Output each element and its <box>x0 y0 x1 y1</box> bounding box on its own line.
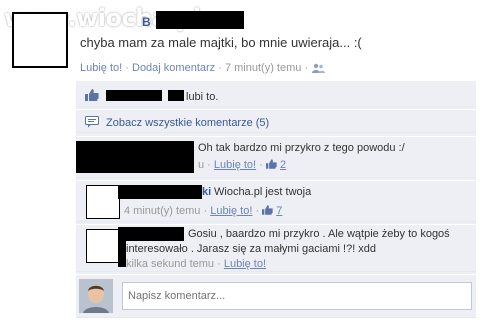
comment-input-row <box>76 274 476 318</box>
comment-meta: 4 minut(y) temu · Lubię to! · 7 <box>124 205 283 217</box>
comment-like-count[interactable]: 2 <box>280 159 286 171</box>
thumbs-up-icon <box>262 205 273 215</box>
post-like-link[interactable]: Lubię to! <box>80 62 122 74</box>
view-all-comments-row[interactable]: Zobacz wszystkie komentarze (5) <box>76 109 476 133</box>
commenter-name[interactable]: ki <box>202 186 211 198</box>
view-all-comments-link[interactable]: Zobacz wszystkie komentarze (5) <box>106 117 269 129</box>
redacted-commenter <box>118 185 202 199</box>
post-author-name[interactable]: B <box>142 15 151 29</box>
comment-like-link[interactable]: Lubię to! <box>210 205 252 217</box>
likes-row: lubi to. <box>76 80 476 107</box>
comment-time[interactable]: kilka sekund temu <box>126 258 214 270</box>
comment-meta: kilka sekund temu · Lubię to! <box>126 258 267 270</box>
likes-text: lubi to. <box>186 91 219 103</box>
post-text: chyba mam za male majtki, bo mnie uwiera… <box>80 35 362 50</box>
user-photo-icon <box>79 279 113 313</box>
redacted-author-name <box>156 11 244 29</box>
comment-input[interactable] <box>122 282 472 310</box>
comment-like-link[interactable]: Lubię to! <box>224 258 266 270</box>
commenter-avatar[interactable] <box>86 185 120 219</box>
post-time[interactable]: 7 minut(y) temu <box>225 62 301 74</box>
friends-audience-icon[interactable] <box>311 63 326 74</box>
comment-like-count[interactable]: 7 <box>276 205 282 217</box>
add-comment-link[interactable]: Dodaj komentarz <box>132 62 215 74</box>
comment: ki Wiocha.pl jest twoja 4 minut(y) temu … <box>76 180 476 222</box>
comment-bubble-icon <box>85 116 99 128</box>
comment-like-link[interactable]: Lubię to! <box>214 159 256 171</box>
comments-panel: lubi to. Zobacz wszystkie komentarze (5)… <box>76 80 476 318</box>
current-user-avatar[interactable] <box>79 279 113 313</box>
comment-text: Oh tak bardzo mi przykro z tego powodu :… <box>198 142 405 154</box>
comment-time[interactable]: u <box>198 159 204 171</box>
comment-time[interactable]: 4 minut(y) temu <box>124 205 200 217</box>
post-meta: Lubię to! · Dodaj komentarz · 7 minut(y)… <box>80 62 326 74</box>
redacted-commenter <box>118 241 126 267</box>
commenter-avatar[interactable] <box>86 229 120 263</box>
post-author-avatar[interactable] <box>12 12 68 68</box>
comment: Oh tak bardzo mi przykro z tego powodu :… <box>76 136 476 178</box>
separator: · <box>304 62 309 74</box>
thumbs-up-icon <box>265 159 277 169</box>
redacted-commenter <box>76 141 194 173</box>
comment-text-line-1: Gosiu , baardzo mi przykro . Ale wątpie … <box>188 228 450 240</box>
redacted-commenter <box>118 227 184 241</box>
redacted-liker-name <box>168 90 184 101</box>
thumbs-up-icon <box>85 89 99 101</box>
comment-text: Wiocha.pl jest twoja <box>214 186 312 198</box>
redacted-liker-name <box>106 90 162 101</box>
comment-text-line-2: interesowało . Jarasz się za małymi gaci… <box>126 243 377 255</box>
separator: · <box>125 62 129 74</box>
comment: Gosiu , baardzo mi przykro . Ale wątpie … <box>76 224 476 272</box>
separator: · <box>218 62 222 74</box>
comment-meta: u · Lubię to! · 2 <box>198 159 287 171</box>
